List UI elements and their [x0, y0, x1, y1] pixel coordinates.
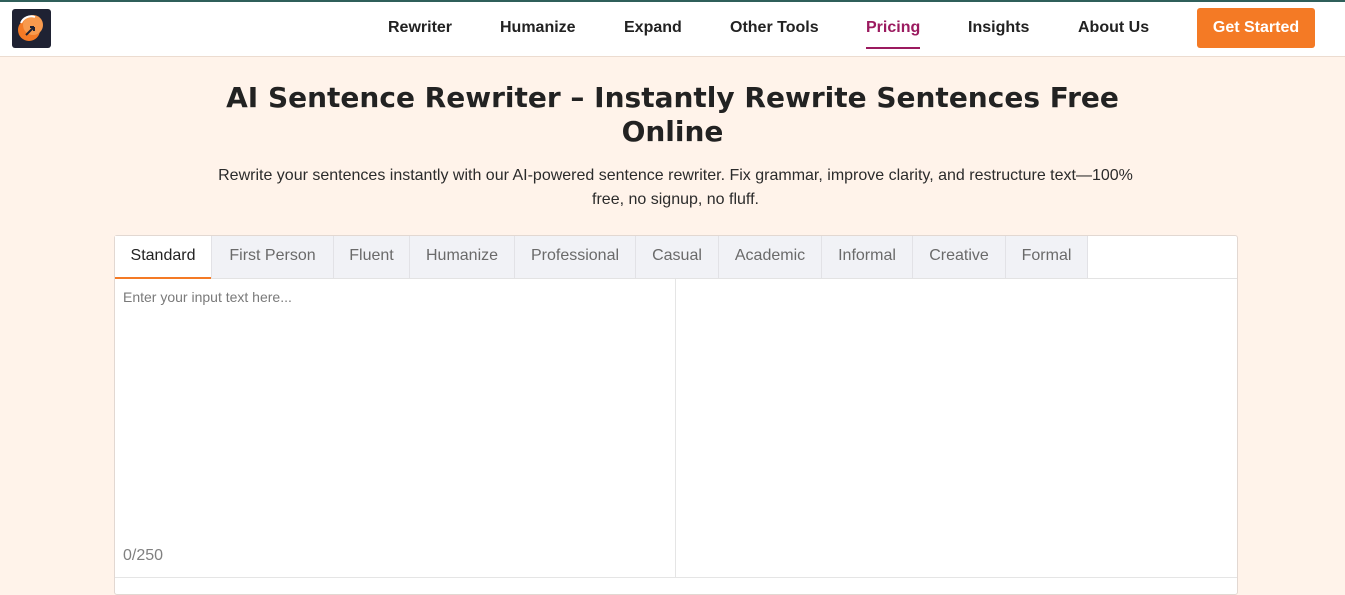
rewriter-editor: Standard First Person Fluent Humanize Pr… — [114, 235, 1238, 595]
mode-tabs: Standard First Person Fluent Humanize Pr… — [115, 236, 1237, 279]
tab-informal[interactable]: Informal — [822, 236, 913, 278]
character-counter: 0/250 — [123, 547, 164, 564]
site-header: Rewriter Humanize Expand Other Tools Pri… — [0, 2, 1345, 57]
nav-item-rewriter[interactable]: Rewriter — [388, 19, 452, 37]
tab-formal[interactable]: Formal — [1006, 236, 1088, 278]
nav-item-insights[interactable]: Insights — [968, 19, 1029, 37]
output-pane[interactable] — [677, 279, 1237, 577]
tab-professional[interactable]: Professional — [515, 236, 636, 278]
input-textarea[interactable] — [115, 279, 675, 577]
tab-first-person[interactable]: First Person — [212, 236, 334, 278]
tab-creative[interactable]: Creative — [913, 236, 1006, 278]
input-pane: 0/250 — [115, 279, 676, 577]
tab-casual[interactable]: Casual — [636, 236, 719, 278]
page-subtitle: Rewrite your sentences instantly with ou… — [218, 167, 1133, 208]
nav-item-pricing[interactable]: Pricing — [866, 19, 920, 37]
get-started-button[interactable]: Get Started — [1197, 8, 1315, 48]
nav-item-humanize[interactable]: Humanize — [500, 19, 576, 37]
editor-divider — [115, 577, 1237, 578]
main-nav: Rewriter Humanize Expand Other Tools Pri… — [0, 2, 1345, 57]
tab-standard[interactable]: Standard — [115, 236, 212, 279]
nav-item-about-us[interactable]: About Us — [1078, 19, 1149, 37]
nav-item-expand[interactable]: Expand — [624, 19, 682, 37]
tab-humanize[interactable]: Humanize — [410, 236, 515, 278]
active-nav-indicator — [866, 47, 920, 49]
nav-item-other-tools[interactable]: Other Tools — [730, 19, 819, 37]
tab-academic[interactable]: Academic — [719, 236, 822, 278]
tab-fluent[interactable]: Fluent — [334, 236, 410, 278]
page-title: AI Sentence Rewriter – Instantly Rewrite… — [226, 81, 1119, 148]
